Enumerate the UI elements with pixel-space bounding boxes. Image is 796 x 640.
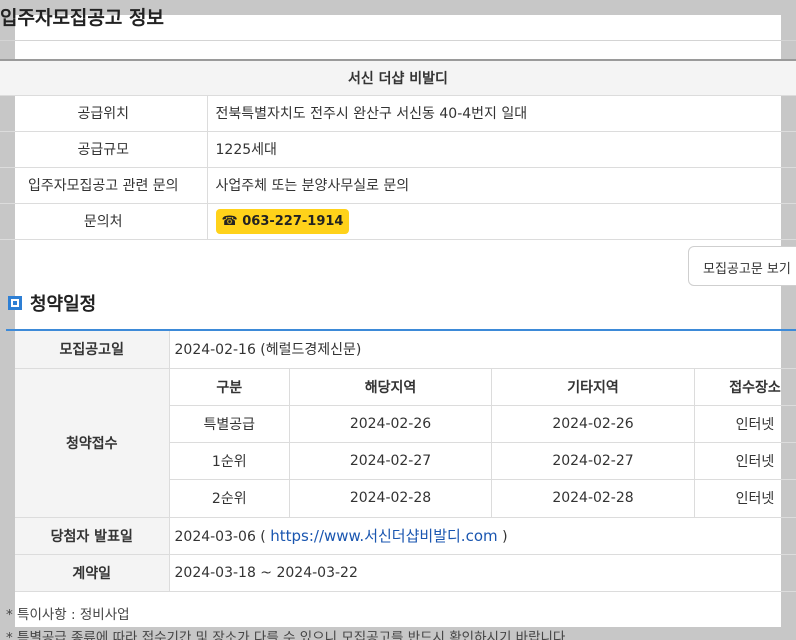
inquiry-value: 사업주체 또는 분양사무실로 문의 (207, 167, 796, 204)
local-date: 2024-02-27 (289, 442, 492, 480)
page-title: 입주자모집공고 정보 (0, 7, 164, 29)
table-row: 1순위 2024-02-27 2024-02-27 인터넷 (169, 442, 796, 480)
announce-date-label: 모집공고일 (15, 331, 170, 369)
column-header: 접수장소 (694, 368, 796, 406)
apply-type: 2순위 (169, 479, 290, 517)
inquiry-label: 입주자모집공고 관련 문의 (0, 167, 208, 204)
contact-label: 문의처 (0, 203, 208, 240)
apply-note: * 특별공급 종류에 따라 접수기간 및 장소가 다를 수 있으니 모집공고를 … (6, 630, 570, 640)
table-row: 계약일 2024-03-18 ~ 2024-03-22 (15, 554, 796, 592)
column-header: 해당지역 (289, 368, 492, 406)
phone-number: 063-227-1914 (242, 213, 344, 229)
table-row: 당첨자 발표일 2024-03-06 ( https://www.서신더샵비발디… (15, 517, 796, 555)
local-date: 2024-02-28 (289, 479, 492, 517)
view-announcement-button[interactable]: 모집공고문 보기 (688, 246, 796, 286)
contract-date-label: 계약일 (15, 554, 170, 592)
contract-date-value: 2024-03-18 ~ 2024-03-22 (169, 554, 796, 592)
supply-location-label: 공급위치 (0, 95, 208, 132)
title-divider (0, 40, 796, 41)
local-date: 2024-02-26 (289, 405, 492, 443)
announce-date-value: 2024-02-16 (헤럴드경제신문) (169, 331, 796, 369)
column-header: 기타지역 (491, 368, 695, 406)
special-note: * 특이사항 : 정비사업 (6, 607, 130, 623)
other-date: 2024-02-27 (491, 442, 695, 480)
supply-info-table: 서신 더샵 비발디 공급위치 전북특별자치도 전주시 완산구 서신동 40-4번… (0, 59, 796, 240)
other-date: 2024-02-28 (491, 479, 695, 517)
apply-schedule-table: 구분 해당지역 기타지역 접수장소 특별공급 2024-02-26 2024-0… (169, 368, 796, 517)
apply-place: 인터넷 (694, 405, 796, 443)
table-row: 청약접수 구분 해당지역 기타지역 접수장소 특별공급 2024-02-26 2… (15, 368, 796, 518)
table-row: 공급위치 전북특별자치도 전주시 완산구 서신동 40-4번지 일대 (0, 95, 796, 132)
apply-place: 인터넷 (694, 442, 796, 480)
apply-type: 1순위 (169, 442, 290, 480)
section-title: 청약일정 (30, 294, 97, 315)
table-row: 모집공고일 2024-02-16 (헤럴드경제신문) (15, 331, 796, 369)
winner-date-label: 당첨자 발표일 (15, 517, 170, 555)
phone-badge[interactable]: ☎ 063-227-1914 (215, 208, 350, 234)
apply-place: 인터넷 (735, 491, 775, 508)
homepage-link[interactable]: https://www.서신더샵비발디.com (270, 527, 497, 545)
table-row: 2순위 2024-02-28 2024-02-28 인터넷 (169, 479, 796, 517)
apply-label: 청약접수 (15, 368, 170, 518)
table-header-row: 구분 해당지역 기타지역 접수장소 (169, 368, 796, 406)
apply-type: 특별공급 (169, 405, 290, 443)
schedule-heading: 청약일정 (8, 290, 96, 316)
table-row: 공급규모 1225세대 (0, 131, 796, 168)
winner-date-value: 2024-03-06 ( (174, 529, 266, 545)
supply-scale-value: 1225세대 (207, 131, 796, 168)
column-header: 구분 (169, 368, 290, 406)
winner-close-paren: ) (502, 529, 508, 545)
square-bullet-icon (8, 296, 22, 310)
table-row: 특별공급 2024-02-26 2024-02-26 인터넷 (169, 405, 796, 443)
complex-name: 서신 더샵 비발디 (0, 59, 796, 96)
supply-location-value: 전북특별자치도 전주시 완산구 서신동 40-4번지 일대 (207, 95, 796, 132)
supply-scale-label: 공급규모 (0, 131, 208, 168)
schedule-table: 모집공고일 2024-02-16 (헤럴드경제신문) 청약접수 구분 해당지역 … (15, 331, 796, 592)
table-row: 입주자모집공고 관련 문의 사업주체 또는 분양사무실로 문의 (0, 167, 796, 204)
other-date: 2024-02-26 (491, 405, 695, 443)
phone-icon: ☎ (221, 213, 238, 229)
table-row: 문의처 ☎ 063-227-1914 (0, 203, 796, 240)
